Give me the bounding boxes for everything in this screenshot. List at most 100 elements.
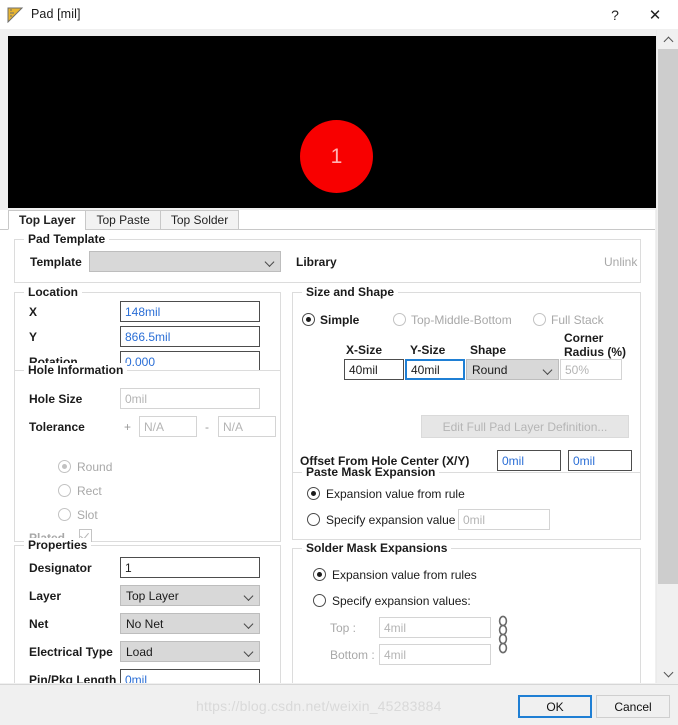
designator-value: 1 [125, 560, 132, 575]
tolerance-label: Tolerance [29, 420, 85, 434]
edit-full-pad-layer-definition-button[interactable]: Edit Full Pad Layer Definition... [421, 415, 629, 438]
hole-size-input[interactable]: 0mil [120, 388, 260, 409]
template-label: Template [30, 255, 82, 269]
net-label: Net [29, 617, 49, 631]
title-bar: Pad [mil] ? ✕ [0, 0, 678, 29]
pad-preview[interactable]: 1 [8, 36, 656, 208]
solder-top-input[interactable]: 4mil [379, 617, 491, 638]
paste-specify-label: Specify expansion value [326, 513, 456, 527]
close-icon[interactable]: ✕ [636, 0, 674, 29]
y-label: Y [29, 330, 38, 344]
pad-ruler-icon [7, 6, 24, 23]
hole-size-label: Hole Size [29, 392, 83, 406]
paste-from-rule-radio[interactable] [307, 487, 320, 500]
solder-top-label: Top : [330, 621, 357, 635]
properties-group: Properties Designator 1 Layer Top Layer … [14, 538, 281, 683]
pin-pkg-length-label: Pin/Pkg Length [29, 673, 117, 683]
chevron-down-icon [663, 667, 673, 677]
hole-information-legend: Hole Information [24, 363, 128, 377]
offset-y-input[interactable]: 0mil [568, 450, 632, 471]
solder-from-rules-radio[interactable] [313, 568, 326, 581]
chevron-down-icon [245, 591, 254, 600]
window-title: Pad [mil] [31, 7, 81, 21]
offset-x-input[interactable]: 0mil [497, 450, 561, 471]
chevron-down-icon [266, 257, 275, 266]
layer-label: Layer [29, 589, 62, 603]
net-value: No Net [126, 616, 164, 631]
rotation-value: 0.000 [125, 354, 156, 369]
designator-input[interactable]: 1 [120, 557, 260, 578]
properties-legend: Properties [24, 538, 92, 552]
shape-select[interactable]: Round [466, 359, 559, 380]
solder-specify-radio[interactable] [313, 594, 326, 607]
solder-bottom-value: 4mil [384, 647, 407, 662]
tolerance-minus-input[interactable]: N/A [218, 416, 276, 437]
mode-full-stack-radio[interactable] [533, 313, 546, 326]
scroll-up-icon[interactable] [657, 30, 678, 49]
template-select[interactable] [89, 251, 281, 272]
rotation-input[interactable]: 0.000 [120, 351, 260, 372]
paste-from-rule-label: Expansion value from rule [326, 487, 465, 501]
library-label: Library [296, 255, 337, 269]
x-input[interactable]: 148mil [120, 301, 260, 322]
tolerance-minus-sign: - [205, 420, 209, 434]
scrollbar-thumb[interactable] [658, 49, 678, 584]
x-size-input[interactable]: 40mil [344, 359, 404, 380]
vertical-scrollbar[interactable] [656, 30, 678, 683]
shape-value: Round [472, 362, 508, 377]
size-and-shape-legend: Size and Shape [302, 285, 399, 299]
solder-specify-label: Specify expansion values: [332, 594, 471, 608]
hole-shape-round-label: Round [77, 460, 113, 474]
designator-label: Designator [29, 561, 92, 575]
pin-pkg-length-value: 0mil [125, 672, 148, 684]
electrical-type-value: Load [126, 644, 153, 659]
x-value: 148mil [125, 304, 161, 319]
y-value: 866.5mil [125, 329, 171, 344]
tolerance-plus-value: N/A [144, 419, 165, 434]
hole-size-value: 0mil [125, 391, 148, 406]
hole-shape-rect-radio[interactable] [58, 484, 71, 497]
y-size-column-header: Y-Size [410, 343, 446, 357]
tab-top-paste[interactable]: Top Paste [85, 210, 161, 230]
electrical-type-select[interactable]: Load [120, 641, 260, 662]
paste-specify-input[interactable]: 0mil [458, 509, 550, 530]
help-button[interactable]: ? [596, 0, 634, 29]
mode-full-stack-label: Full Stack [551, 313, 604, 327]
tab-top-layer[interactable]: Top Layer [8, 210, 87, 230]
hole-shape-round-radio[interactable] [58, 460, 71, 473]
chevron-down-icon [245, 619, 254, 628]
paste-specify-radio[interactable] [307, 513, 320, 526]
chevron-up-icon [663, 36, 673, 46]
y-size-value: 40mil [411, 362, 440, 377]
solder-mask-legend: Solder Mask Expansions [302, 541, 452, 555]
y-input[interactable]: 866.5mil [120, 326, 260, 347]
x-label: X [29, 305, 38, 319]
solder-from-rules-label: Expansion value from rules [332, 568, 477, 582]
offset-x-value: 0mil [502, 453, 525, 468]
tolerance-plus-sign: + [124, 420, 132, 434]
chain-link-icon[interactable] [496, 615, 510, 664]
cancel-button[interactable]: Cancel [596, 695, 670, 718]
pad-template-group: Pad Template Template Library Unlink [14, 232, 641, 283]
scroll-down-icon[interactable] [657, 664, 678, 683]
paste-mask-legend: Paste Mask Expansion [302, 465, 440, 479]
mode-top-middle-bottom-radio[interactable] [393, 313, 406, 326]
corner-radius-column-header-line2: Radius (%) [564, 345, 627, 359]
paste-mask-expansion-group: Paste Mask Expansion Expansion value fro… [292, 465, 641, 540]
mode-simple-radio[interactable] [302, 313, 315, 326]
tab-top-solder[interactable]: Top Solder [159, 210, 240, 230]
layer-select[interactable]: Top Layer [120, 585, 260, 606]
solder-mask-expansions-group: Solder Mask Expansions Expansion value f… [292, 541, 641, 683]
pin-pkg-length-input[interactable]: 0mil [120, 669, 260, 683]
unlink-link[interactable]: Unlink [604, 255, 637, 269]
hole-shape-slot-radio[interactable] [58, 508, 71, 521]
y-size-input[interactable]: 40mil [405, 359, 465, 380]
corner-radius-input[interactable]: 50% [560, 359, 622, 380]
pad-designator-label: 1 [330, 144, 343, 168]
net-select[interactable]: No Net [120, 613, 260, 634]
hole-shape-slot-label: Slot [77, 508, 98, 522]
solder-bottom-input[interactable]: 4mil [379, 644, 491, 665]
pad-properties-dialog: Pad [mil] ? ✕ 1 Top Layer Top Paste Top … [0, 0, 678, 725]
ok-button[interactable]: OK [518, 695, 592, 718]
tolerance-plus-input[interactable]: N/A [139, 416, 197, 437]
